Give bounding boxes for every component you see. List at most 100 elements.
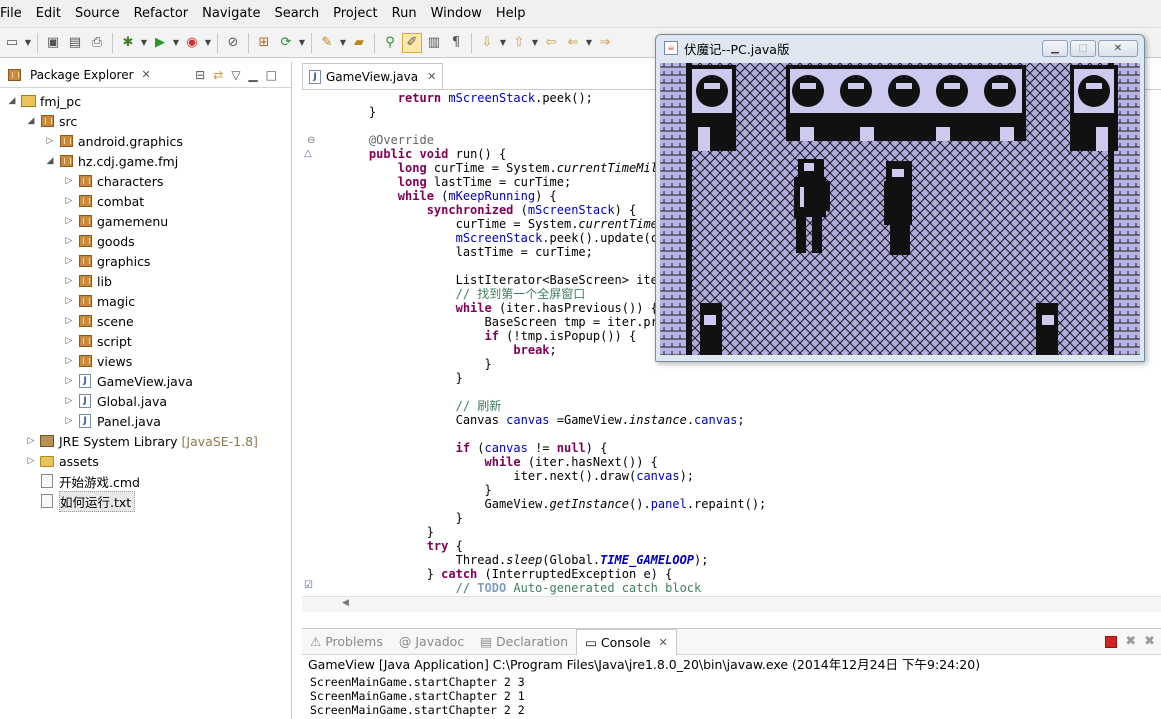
block-selection-icon[interactable]: ▥ [424,33,444,53]
terminate-icon[interactable] [1105,635,1118,648]
debug-dropdown-icon[interactable]: ▼ [140,38,148,47]
menu-search[interactable]: Search [267,0,326,28]
minimize-icon[interactable]: ▁ [248,68,257,82]
remove-all-terminated-icon[interactable]: ✖ [1144,634,1155,649]
new-class-dropdown-icon[interactable]: ▼ [298,38,306,47]
search-icon[interactable]: ⚲ [380,33,400,53]
view-menu-icon[interactable]: ▽ [231,68,240,82]
forward-icon[interactable]: ⇒ [595,33,615,53]
show-whitespace-icon[interactable]: ¶ [446,33,466,53]
new-class-icon[interactable]: ⟳ [276,33,296,53]
tree-item[interactable]: ▷ lib [0,271,291,291]
previous-annotation-icon[interactable]: ⇧ [509,33,529,53]
mark-occurrences-icon[interactable]: ✐ [402,32,422,53]
collapsed-twisty-icon[interactable]: ▷ [63,276,75,286]
close-icon[interactable]: ✕ [142,68,151,81]
external-tools-icon[interactable]: ◉ [182,33,202,53]
tab-gameview-java[interactable]: J GameView.java ✕ [302,63,444,89]
tab-javadoc[interactable]: @ Javadoc [391,629,472,655]
back-dropdown-icon[interactable]: ▼ [585,38,593,47]
tree-item[interactable]: ▷ graphics [0,251,291,271]
tree-item[interactable]: ▷ assets [0,451,291,471]
menu-source[interactable]: Source [68,0,127,28]
menu-project[interactable]: Project [326,0,384,28]
collapsed-twisty-icon[interactable]: ▷ [25,436,37,446]
menu-window[interactable]: Window [424,0,489,28]
collapsed-twisty-icon[interactable]: ▷ [63,236,75,246]
collapse-all-icon[interactable]: ⊟ [195,68,205,82]
previous-annotation-dropdown-icon[interactable]: ▼ [531,38,539,47]
close-icon[interactable]: ✕ [659,636,668,649]
tree-item[interactable]: ▷ characters [0,171,291,191]
tree-item[interactable]: ▷ goods [0,231,291,251]
tree-item[interactable]: ▷ JRE System Library [JavaSE-1.8] [0,431,291,451]
tree-item[interactable]: 开始游戏.cmd [0,471,291,491]
editor-horizontal-scrollbar[interactable]: ◀ [302,596,1161,612]
link-with-editor-icon[interactable]: ⇄ [213,68,223,82]
collapsed-twisty-icon[interactable]: ▷ [44,136,56,146]
new-dropdown-icon[interactable]: ▼ [24,38,32,47]
tree-item[interactable]: ◢ hz.cdj.game.fmj [0,151,291,171]
tree-item[interactable]: ▷ J Panel.java [0,411,291,431]
game-canvas[interactable] [660,63,1140,355]
external-tools-dropdown-icon[interactable]: ▼ [204,38,212,47]
save-icon[interactable]: ▣ [43,33,63,53]
scroll-left-icon[interactable]: ◀ [342,598,349,608]
collapsed-twisty-icon[interactable]: ▷ [63,176,75,186]
collapsed-twisty-icon[interactable]: ▷ [63,316,75,326]
open-type-dropdown-icon[interactable]: ▼ [339,38,347,47]
print-icon[interactable]: ⎙ [87,33,107,53]
tree-item[interactable]: ▷ views [0,351,291,371]
debug-icon[interactable]: ✱ [118,33,138,53]
last-edit-location-icon[interactable]: ⇦ [541,33,561,53]
collapsed-twisty-icon[interactable]: ▷ [63,356,75,366]
tab-declaration[interactable]: ▤ Declaration [472,629,576,655]
expanded-twisty-icon[interactable]: ◢ [6,96,18,106]
collapsed-twisty-icon[interactable]: ▷ [63,196,75,206]
next-annotation-dropdown-icon[interactable]: ▼ [499,38,507,47]
menu-run[interactable]: Run [385,0,424,28]
minimize-window-icon[interactable]: ▁ [1042,39,1068,57]
tree-item[interactable]: ◢ fmj_pc [0,91,291,111]
tree-item[interactable]: ▷ script [0,331,291,351]
tree-item[interactable]: ▷ gamemenu [0,211,291,231]
menu-navigate[interactable]: Navigate [195,0,267,28]
tab-problems[interactable]: ⚠ Problems [302,629,391,655]
collapsed-twisty-icon[interactable]: ▷ [63,216,75,226]
run-icon[interactable]: ▶ [150,33,170,53]
tree-item[interactable]: ▷ J Global.java [0,391,291,411]
tree-item[interactable]: ▷ J GameView.java [0,371,291,391]
next-annotation-icon[interactable]: ⇩ [477,33,497,53]
menu-refactor[interactable]: Refactor [127,0,196,28]
tab-package-explorer[interactable]: Package Explorer ✕ [0,62,157,88]
collapsed-twisty-icon[interactable]: ▷ [63,336,75,346]
tree-item[interactable]: ◢ src [0,111,291,131]
collapsed-twisty-icon[interactable]: ▷ [63,376,75,386]
maximize-window-icon[interactable]: □ [1070,39,1096,57]
remove-launch-icon[interactable]: ✖ [1125,634,1136,649]
tree-item[interactable]: ▷ magic [0,291,291,311]
expanded-twisty-icon[interactable]: ◢ [44,156,56,166]
console-output[interactable]: ScreenMainGame.startChapter 2 3 ScreenMai… [302,675,1161,717]
expanded-twisty-icon[interactable]: ◢ [25,116,37,126]
menu-help[interactable]: Help [489,0,533,28]
fold-collapse-icon[interactable]: ⊖ [307,135,315,146]
maximize-icon[interactable]: □ [266,68,277,82]
collapsed-twisty-icon[interactable]: ▷ [25,456,37,466]
tree-item[interactable]: ▷ android.graphics [0,131,291,151]
run-dropdown-icon[interactable]: ▼ [172,38,180,47]
game-window-titlebar[interactable]: ☕ 伏魔记--PC.java版 ▁ □ ✕ [656,35,1144,61]
collapsed-twisty-icon[interactable]: ▷ [63,256,75,266]
open-folder-icon[interactable]: ▰ [349,33,369,53]
collapsed-twisty-icon[interactable]: ▷ [63,396,75,406]
collapsed-twisty-icon[interactable]: ▷ [63,416,75,426]
back-icon[interactable]: ⇐ [563,33,583,53]
open-type-icon[interactable]: ✎ [317,33,337,53]
new-java-project-icon[interactable]: ⊞ [254,33,274,53]
new-icon[interactable]: ▭ [2,33,22,53]
tree-item[interactable]: 如何运行.txt [0,490,291,512]
close-icon[interactable]: ✕ [427,70,436,83]
close-window-icon[interactable]: ✕ [1098,39,1138,57]
menu-edit[interactable]: Edit [29,0,68,28]
collapsed-twisty-icon[interactable]: ▷ [63,296,75,306]
